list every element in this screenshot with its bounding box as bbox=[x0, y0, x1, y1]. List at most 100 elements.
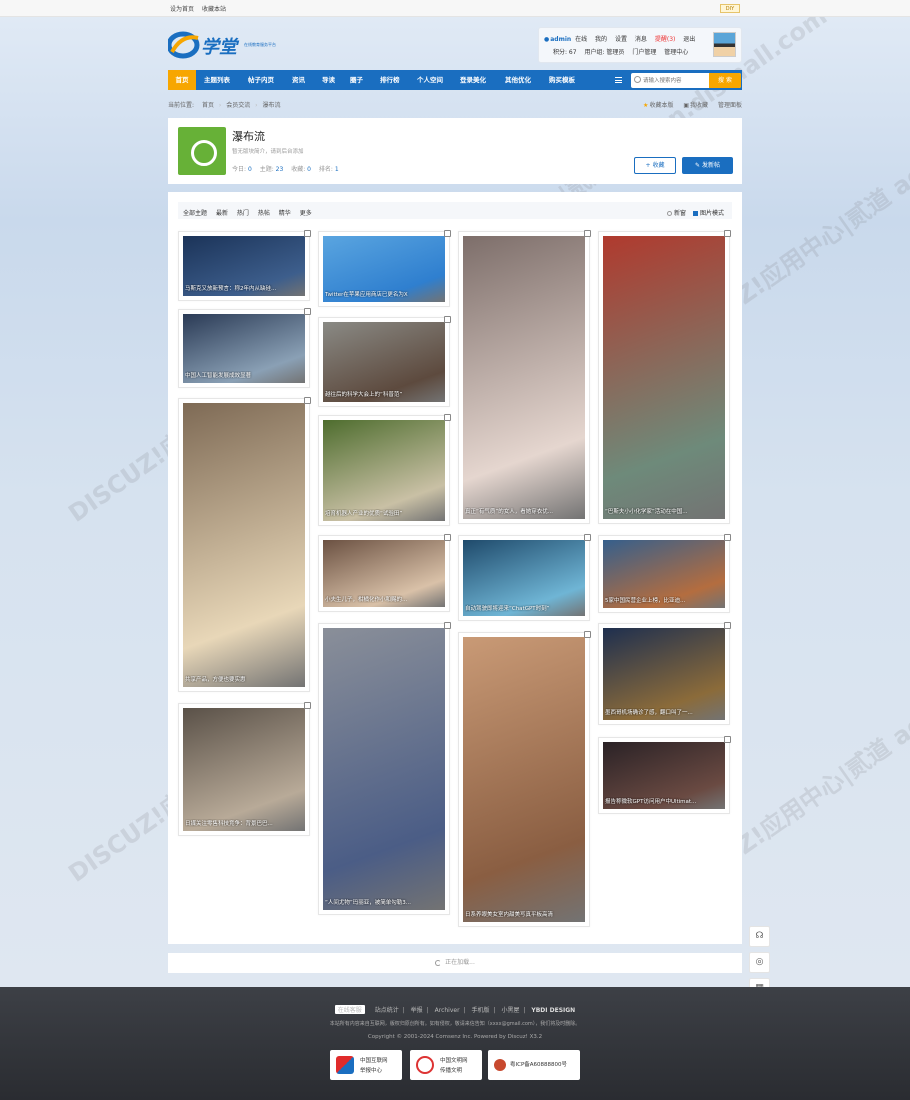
thread-title[interactable]: “巴斯夫小小化学家”活动在中国... bbox=[605, 507, 723, 515]
thread-title[interactable]: 报告称微软GPT访问用户中Ultimat... bbox=[605, 797, 723, 805]
thread-card[interactable]: 报告称微软GPT访问用户中Ultimat... bbox=[598, 736, 731, 814]
thread-title[interactable]: 墨西哥机场确诊了感，翻口叫了一... bbox=[605, 708, 723, 716]
card-checkbox[interactable] bbox=[444, 622, 451, 629]
footer-badge-report[interactable]: 中国互联网 举报中心 bbox=[330, 1050, 402, 1080]
card-checkbox[interactable] bbox=[584, 230, 591, 237]
card-checkbox[interactable] bbox=[444, 414, 451, 421]
nav-item-space[interactable]: 个人空间 bbox=[417, 70, 443, 90]
new-post-button[interactable]: ✎ 发新帖 bbox=[682, 157, 733, 174]
messages-link[interactable]: 消息 bbox=[635, 36, 647, 43]
thread-title[interactable]: 马斯克又放新预言：称2年内从缺硅... bbox=[185, 284, 303, 292]
thread-title[interactable]: Twitter在苹果应用商店已更名为X bbox=[325, 290, 443, 298]
thread-title[interactable]: “人间尤物”玛丽亚，被简单勾勒3... bbox=[325, 898, 443, 906]
thread-card[interactable]: 培育机器人产业的优质“试验田” bbox=[318, 414, 451, 526]
fav-forum-link[interactable]: 收藏本版 bbox=[649, 102, 673, 109]
site-logo[interactable]: 学堂 在线教育服务平台 bbox=[168, 30, 283, 62]
menu-icon[interactable] bbox=[615, 77, 622, 83]
filter-latest[interactable]: 最新 bbox=[216, 210, 228, 217]
footer-link-report[interactable]: 举报 bbox=[411, 1007, 423, 1014]
nav-item-buy-template[interactable]: 购买模板 bbox=[549, 70, 575, 90]
card-checkbox[interactable] bbox=[444, 230, 451, 237]
avatar[interactable] bbox=[713, 32, 736, 57]
card-checkbox[interactable] bbox=[584, 631, 591, 638]
thread-card[interactable]: 日系养眼美女室内甜美写真平板高清 bbox=[458, 631, 591, 927]
diy-button[interactable]: DIY bbox=[720, 4, 740, 13]
thread-card[interactable]: 中国人工智能发展成效显著 bbox=[178, 308, 311, 388]
card-checkbox[interactable] bbox=[584, 534, 591, 541]
thread-title[interactable]: 自动驾驶即将迎来“ChatGPT时刻” bbox=[465, 604, 583, 612]
my-menu[interactable]: 我的 bbox=[595, 36, 607, 43]
footer-badge-icp[interactable]: 粤ICP备A60888800号 bbox=[488, 1050, 580, 1080]
bookmark-link[interactable]: 收藏本站 bbox=[202, 6, 226, 13]
portal-admin-link[interactable]: 门户管理 bbox=[632, 49, 656, 56]
thread-card[interactable]: 日媒关注零售科技竞争：背景巴巴... bbox=[178, 702, 311, 836]
footer-link-archiver[interactable]: Archiver bbox=[435, 1007, 460, 1014]
thread-card[interactable]: 自动驾驶即将迎来“ChatGPT时刻” bbox=[458, 534, 591, 621]
filter-hot[interactable]: 热门 bbox=[237, 210, 249, 217]
nav-item-post-page[interactable]: 帖子内页 bbox=[248, 70, 274, 90]
nav-item-other[interactable]: 其他优化 bbox=[505, 70, 531, 90]
set-home-link[interactable]: 设为首页 bbox=[170, 6, 194, 13]
filter-hot-threads[interactable]: 热帖 bbox=[258, 210, 270, 217]
manage-panel-link[interactable]: 管理面板 bbox=[718, 102, 742, 109]
card-checkbox[interactable] bbox=[444, 534, 451, 541]
new-window-checkbox[interactable] bbox=[667, 211, 673, 216]
thread-title[interactable]: 小夫生儿子，柑橘化作小和赐的... bbox=[325, 595, 443, 603]
footer-link-design[interactable]: YBDI DESIGN bbox=[531, 1007, 575, 1014]
thread-title[interactable]: 越往后的科学大会上的“科普范” bbox=[325, 390, 443, 398]
pic-mode-checkbox[interactable] bbox=[692, 211, 698, 216]
nav-item-thread-list[interactable]: 主题列表 bbox=[204, 70, 230, 90]
search-button[interactable]: 搜 索 bbox=[709, 73, 741, 88]
card-checkbox[interactable] bbox=[304, 308, 311, 315]
thread-title[interactable]: 培育机器人产业的优质“试验田” bbox=[325, 509, 443, 517]
admin-center-link[interactable]: 管理中心 bbox=[664, 49, 688, 56]
thread-title[interactable]: 中国人工智能发展成效显著 bbox=[185, 371, 303, 379]
thread-card[interactable]: 真正“有气质”的女人，看她穿衣优... bbox=[458, 230, 591, 524]
thread-image[interactable] bbox=[183, 708, 305, 831]
nav-item-login-style[interactable]: 登录美化 bbox=[460, 70, 486, 90]
customer-service-icon[interactable]: ☊ bbox=[749, 926, 770, 947]
breadcrumb-home[interactable]: 首页 bbox=[202, 102, 214, 109]
new-window-toggle[interactable]: 新窗 bbox=[667, 210, 686, 217]
filter-all[interactable]: 全部主题 bbox=[183, 210, 207, 217]
thread-image[interactable] bbox=[603, 236, 725, 519]
thread-image[interactable] bbox=[603, 628, 725, 720]
filter-digest[interactable]: 精华 bbox=[279, 210, 291, 217]
filter-more[interactable]: 更多 bbox=[300, 210, 312, 217]
settings-link[interactable]: 设置 bbox=[615, 36, 627, 43]
pic-mode-toggle[interactable]: 图片模式 bbox=[692, 210, 724, 217]
thread-card[interactable]: 共享产品，方便也要实惠 bbox=[178, 397, 311, 692]
card-checkbox[interactable] bbox=[724, 736, 731, 743]
thread-image[interactable] bbox=[323, 628, 445, 910]
thread-image[interactable] bbox=[183, 403, 305, 687]
thread-card[interactable]: 墨西哥机场确诊了感，翻口叫了一... bbox=[598, 622, 731, 725]
thread-card[interactable]: 小夫生儿子，柑橘化作小和赐的... bbox=[318, 534, 451, 612]
thread-card[interactable]: 马斯克又放新预言：称2年内从缺硅... bbox=[178, 230, 311, 301]
card-checkbox[interactable] bbox=[444, 316, 451, 323]
thread-image[interactable] bbox=[463, 637, 585, 922]
footer-link-mobile[interactable]: 手机版 bbox=[471, 1007, 489, 1014]
nav-item-guide[interactable]: 导读 bbox=[322, 70, 335, 90]
card-checkbox[interactable] bbox=[724, 534, 731, 541]
thread-card[interactable]: “人间尤物”玛丽亚，被简单勾勒3... bbox=[318, 622, 451, 915]
thread-image[interactable] bbox=[323, 420, 445, 521]
thread-title[interactable]: 真正“有气质”的女人，看她穿衣优... bbox=[465, 507, 583, 515]
card-checkbox[interactable] bbox=[304, 397, 311, 404]
nav-item-circle[interactable]: 圈子 bbox=[350, 70, 363, 90]
favorite-forum-button[interactable]: + 收藏 bbox=[634, 157, 676, 174]
card-checkbox[interactable] bbox=[304, 230, 311, 237]
footer-link-stats[interactable]: 站点统计 bbox=[375, 1007, 399, 1014]
nav-item-news[interactable]: 资讯 bbox=[292, 70, 305, 90]
alerts-link[interactable]: 提醒(3) bbox=[655, 36, 676, 43]
thread-card[interactable]: 越往后的科学大会上的“科普范” bbox=[318, 316, 451, 407]
footer-badge-civilization[interactable]: 中国文明网 传播文明 bbox=[410, 1050, 482, 1080]
thread-card[interactable]: “巴斯夫小小化学家”活动在中国... bbox=[598, 230, 731, 524]
thread-card[interactable]: 5家中国民营企业上榜，比亚迪... bbox=[598, 534, 731, 613]
card-checkbox[interactable] bbox=[724, 622, 731, 629]
nav-item-ranking[interactable]: 排行榜 bbox=[380, 70, 400, 90]
online-service-button[interactable]: 在线客服 bbox=[334, 1005, 365, 1014]
nav-item-home[interactable]: 首页 bbox=[168, 70, 196, 90]
breadcrumb-current[interactable]: 瀑布流 bbox=[262, 102, 280, 109]
logout-link[interactable]: 退出 bbox=[683, 36, 695, 43]
points-link[interactable]: 积分: 67 bbox=[553, 49, 577, 56]
